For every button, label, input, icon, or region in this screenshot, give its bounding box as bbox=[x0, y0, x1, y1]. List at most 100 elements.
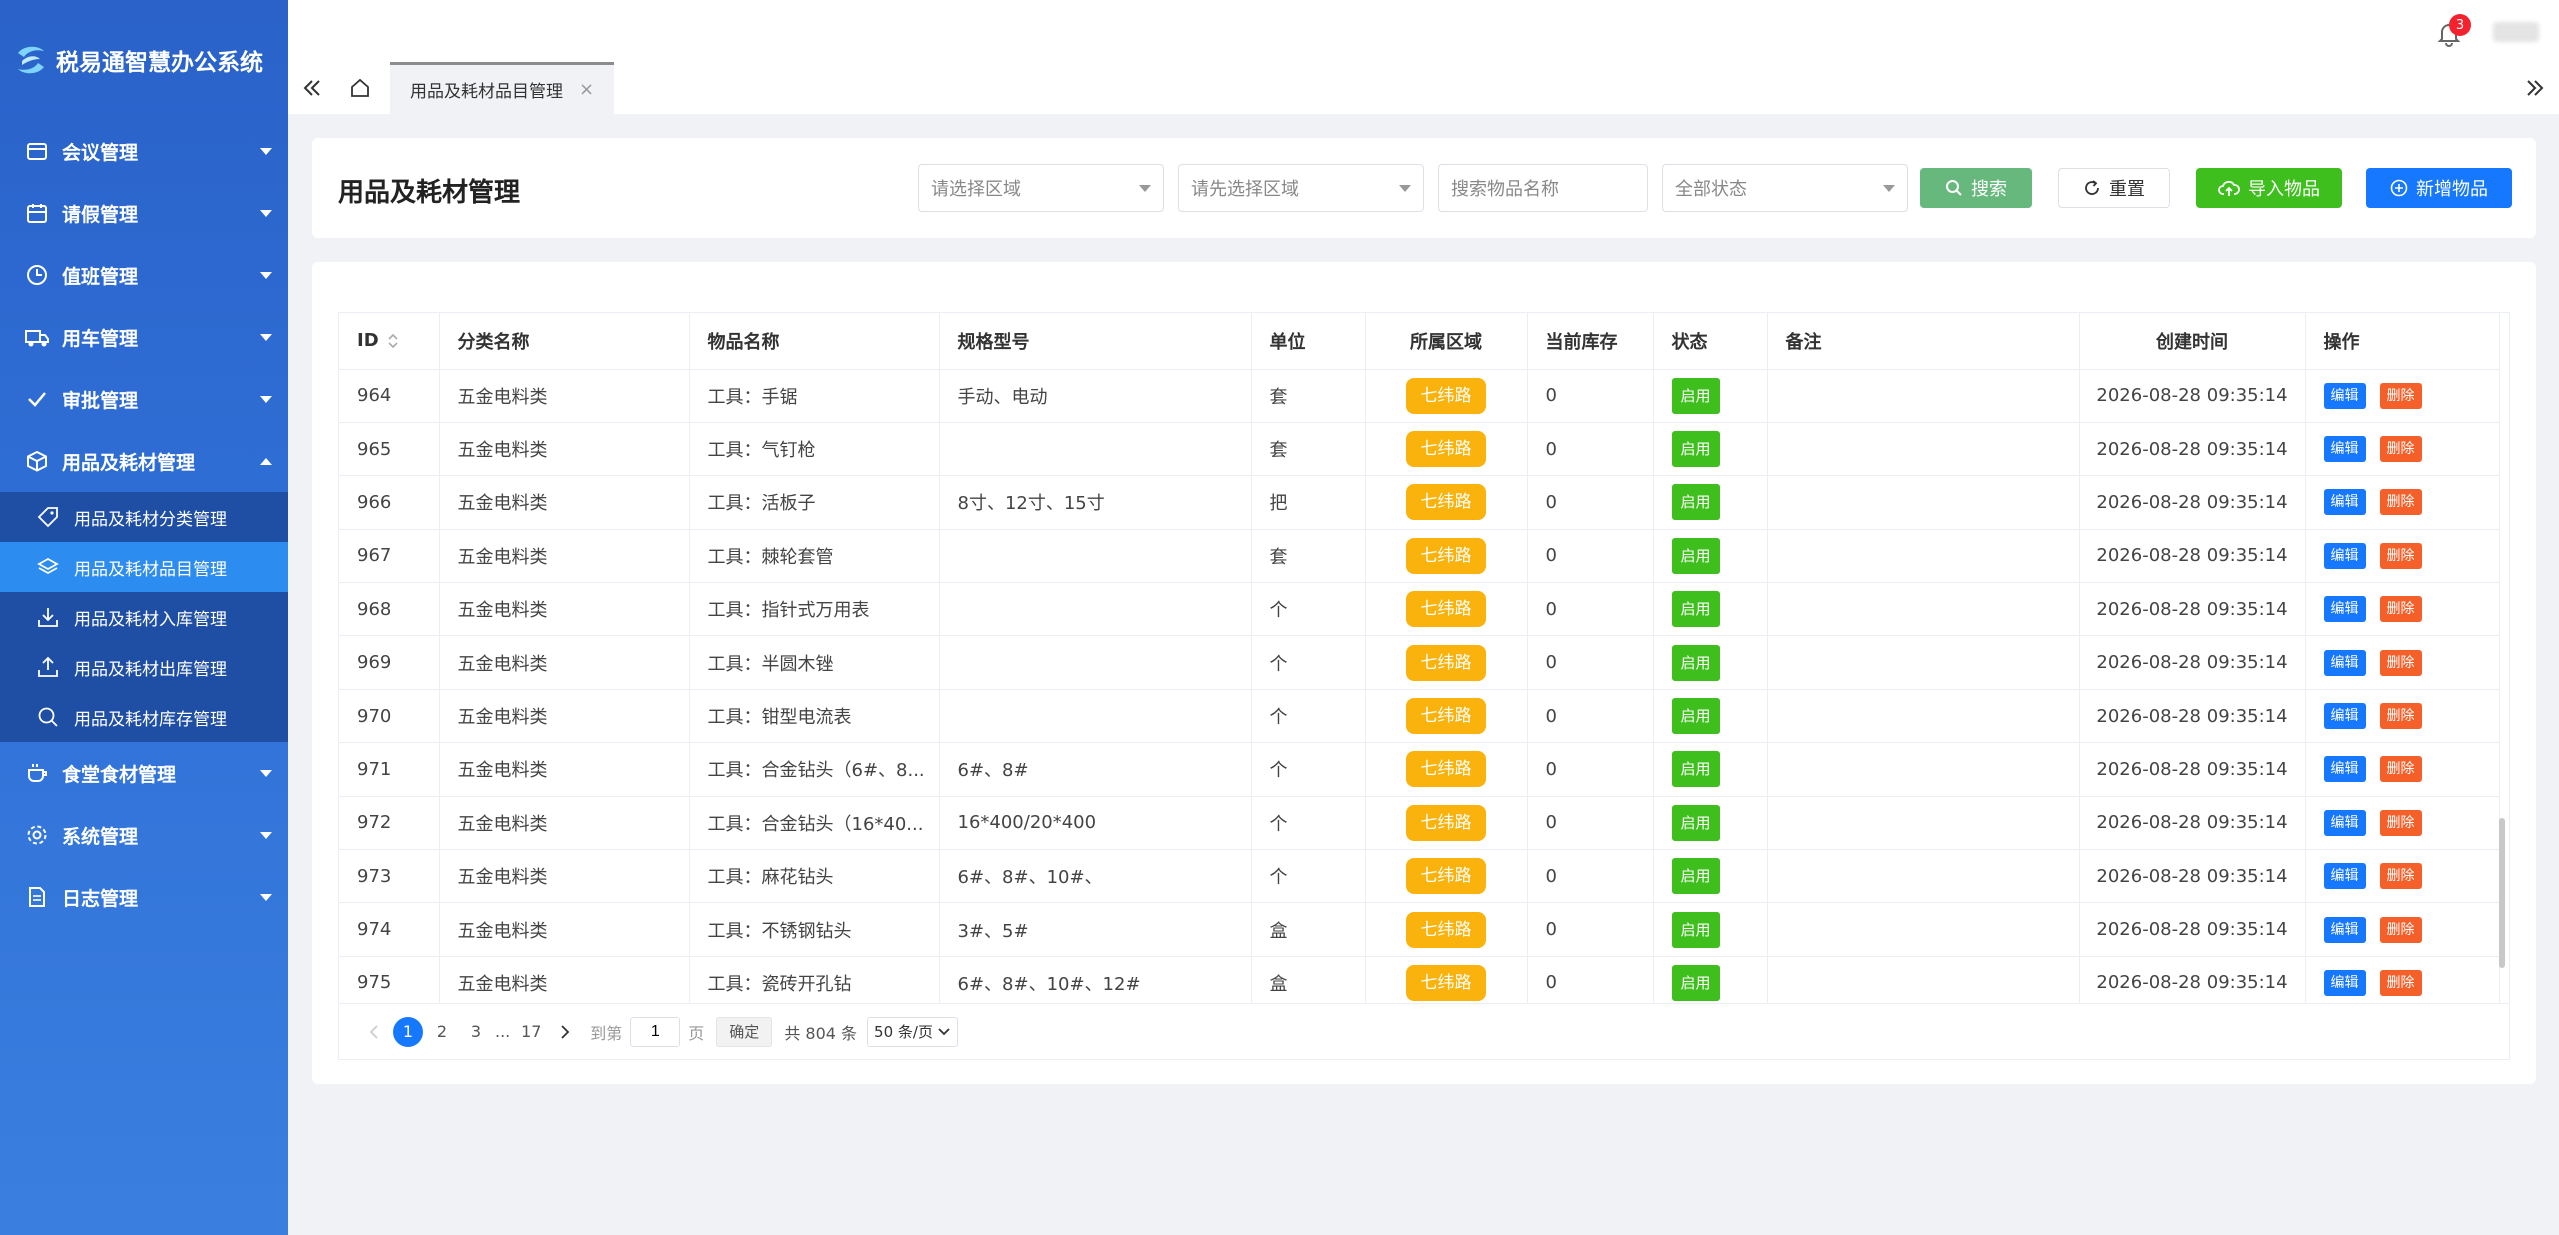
table-row[interactable]: 974 五金电料类 工具：不锈钢钻头 3#、5# 盒 七纬路 0 启用 2026-08-28 0… bbox=[339, 902, 2500, 957]
table-row[interactable]: 967 五金电料类 工具：棘轮套管 套 七纬路 0 启用 2026-08-28 09:35:1… bbox=[339, 529, 2500, 584]
user-avatar[interactable] bbox=[2493, 22, 2539, 42]
status-select[interactable]: 全部状态 bbox=[1662, 164, 1908, 212]
table-scrollbar[interactable] bbox=[2499, 818, 2505, 968]
cell-name: 工具：气钉枪 bbox=[689, 422, 940, 477]
delete-button[interactable]: 删除 bbox=[2379, 596, 2422, 623]
plus-circle-icon bbox=[2390, 179, 2408, 197]
subitem-outbound[interactable]: 用品及耗材出库管理 bbox=[0, 642, 288, 692]
delete-button[interactable]: 删除 bbox=[2379, 863, 2422, 890]
delete-button[interactable]: 删除 bbox=[2379, 969, 2422, 996]
sidebar-item-duty[interactable]: 值班管理 bbox=[0, 244, 288, 306]
chevron-down-icon bbox=[1399, 185, 1411, 192]
cell-status: 启用 bbox=[1653, 369, 1768, 423]
cell-created: 2026-08-28 09:35:14 bbox=[2079, 369, 2306, 423]
total-count: 共 804 条 bbox=[784, 1023, 858, 1043]
chevron-up-icon bbox=[260, 457, 272, 465]
sidebar-item-canteen[interactable]: 食堂食材管理 bbox=[0, 742, 288, 804]
edit-button[interactable]: 编辑 bbox=[2323, 649, 2366, 676]
prev-page-button[interactable] bbox=[359, 1017, 389, 1047]
column-header-name: 物品名称 bbox=[689, 313, 940, 370]
delete-button[interactable]: 删除 bbox=[2379, 382, 2422, 409]
cell-stock: 0 bbox=[1527, 369, 1654, 423]
cell-id: 964 bbox=[339, 369, 440, 423]
subitem-catalog[interactable]: 用品及耗材品目管理 bbox=[0, 542, 288, 592]
next-page-button[interactable] bbox=[550, 1017, 580, 1047]
cell-unit: 把 bbox=[1251, 475, 1366, 530]
page-button-2[interactable]: 2 bbox=[427, 1017, 457, 1047]
edit-button[interactable]: 编辑 bbox=[2323, 596, 2366, 623]
page-button-last[interactable]: 17 bbox=[516, 1017, 546, 1047]
close-icon[interactable]: × bbox=[579, 79, 594, 100]
cell-unit: 个 bbox=[1251, 635, 1366, 690]
column-header-label: ID bbox=[357, 330, 379, 352]
cell-status: 启用 bbox=[1653, 582, 1768, 637]
sidebar-item-supplies[interactable]: 用品及耗材管理 bbox=[0, 430, 288, 492]
edit-button[interactable]: 编辑 bbox=[2323, 703, 2366, 730]
table-row[interactable]: 969 五金电料类 工具：半圆木锉 个 七纬路 0 启用 2026-08-28 09:35:1… bbox=[339, 635, 2500, 690]
table-row[interactable]: 968 五金电料类 工具：指针式万用表 个 七纬路 0 启用 2026-08-28 09:35… bbox=[339, 582, 2500, 637]
table-row[interactable]: 970 五金电料类 工具：钳型电流表 个 七纬路 0 启用 2026-08-28 09:35:… bbox=[339, 689, 2500, 744]
sort-icon[interactable] bbox=[387, 332, 399, 350]
cell-name: 工具：不锈钢钻头 bbox=[689, 902, 940, 957]
delete-button[interactable]: 删除 bbox=[2379, 436, 2422, 463]
edit-button[interactable]: 编辑 bbox=[2323, 809, 2366, 836]
edit-button[interactable]: 编辑 bbox=[2323, 489, 2366, 516]
collapse-right-button[interactable] bbox=[2511, 62, 2559, 114]
edit-button[interactable]: 编辑 bbox=[2323, 542, 2366, 569]
cell-actions: 编辑 删除 bbox=[2305, 582, 2500, 637]
subitem-inventory[interactable]: 用品及耗材库存管理 bbox=[0, 692, 288, 742]
sidebar-item-meeting[interactable]: 会议管理 bbox=[0, 120, 288, 182]
delete-button[interactable]: 删除 bbox=[2379, 489, 2422, 516]
edit-button[interactable]: 编辑 bbox=[2323, 436, 2366, 463]
subitem-category[interactable]: 用品及耗材分类管理 bbox=[0, 492, 288, 542]
import-button[interactable]: 导入物品 bbox=[2196, 168, 2342, 208]
sidebar-item-system[interactable]: 系统管理 bbox=[0, 804, 288, 866]
delete-button[interactable]: 删除 bbox=[2379, 649, 2422, 676]
goto-confirm-button[interactable]: 确定 bbox=[716, 1016, 773, 1047]
cell-actions: 编辑 删除 bbox=[2305, 796, 2500, 851]
cell-unit: 个 bbox=[1251, 796, 1366, 851]
table-row[interactable]: 971 五金电料类 工具：合金钻头（6#、8... 6#、8# 个 七纬路 0 启用 2026-… bbox=[339, 742, 2500, 797]
page-button-3[interactable]: 3 bbox=[461, 1017, 491, 1047]
sidebar-item-approval[interactable]: 审批管理 bbox=[0, 368, 288, 430]
sidebar-item-leave[interactable]: 请假管理 bbox=[0, 182, 288, 244]
table-row[interactable]: 966 五金电料类 工具：活板子 8寸、12寸、15寸把 七纬路 0 启用 2026-08-2… bbox=[339, 475, 2500, 530]
edit-button[interactable]: 编辑 bbox=[2323, 382, 2366, 409]
table-row[interactable]: 973 五金电料类 工具：麻花钻头 6#、8#、10#、个 七纬路 0 启用 2026-08-… bbox=[339, 849, 2500, 904]
page-size-select[interactable]: 50 条/页 bbox=[867, 1016, 958, 1047]
search-button[interactable]: 搜索 bbox=[1920, 168, 2032, 208]
table-row[interactable]: 965 五金电料类 工具：气钉枪 套 七纬路 0 启用 2026-08-28 09:35:14… bbox=[339, 422, 2500, 477]
tab-catalog[interactable]: 用品及耗材品目管理 × bbox=[390, 62, 615, 114]
reset-button[interactable]: 重置 bbox=[2058, 168, 2170, 208]
delete-button[interactable]: 删除 bbox=[2379, 542, 2422, 569]
edit-button[interactable]: 编辑 bbox=[2323, 916, 2366, 943]
delete-button[interactable]: 删除 bbox=[2379, 703, 2422, 730]
goto-page-input[interactable] bbox=[630, 1016, 681, 1047]
items-table: ID 分类名称 物品名称 规格型号 单位 所属区域 当前库存 状态 备注 创建时… bbox=[339, 313, 2500, 1011]
reset-button-label: 重置 bbox=[2109, 179, 2145, 200]
table-row[interactable]: 964 五金电料类 工具：手锯 手动、电动套 七纬路 0 启用 2026-08-28 09:3… bbox=[339, 369, 2500, 423]
edit-button[interactable]: 编辑 bbox=[2323, 756, 2366, 783]
column-header-id[interactable]: ID bbox=[339, 313, 440, 370]
add-item-button[interactable]: 新增物品 bbox=[2366, 168, 2512, 208]
sidebar-item-log[interactable]: 日志管理 bbox=[0, 866, 288, 928]
edit-button[interactable]: 编辑 bbox=[2323, 969, 2366, 996]
delete-button[interactable]: 删除 bbox=[2379, 809, 2422, 836]
search-input[interactable]: 搜索物品名称 bbox=[1438, 164, 1648, 212]
double-chevron-right-icon bbox=[2527, 80, 2544, 96]
cell-created: 2026-08-28 09:35:14 bbox=[2079, 956, 2306, 1011]
subregion-select[interactable]: 请先选择区域 bbox=[1178, 164, 1424, 212]
delete-button[interactable]: 删除 bbox=[2379, 916, 2422, 943]
table-row[interactable]: 975 五金电料类 工具：瓷砖开孔钻 6#、8#、10#、12# 盒 七纬路 0 启用 2026… bbox=[339, 956, 2500, 1011]
page-button-1[interactable]: 1 bbox=[393, 1016, 423, 1047]
region-select[interactable]: 请选择区域 bbox=[918, 164, 1164, 212]
home-button[interactable] bbox=[336, 62, 384, 114]
cell-name: 工具：手锯 bbox=[689, 369, 940, 423]
collapse-left-button[interactable] bbox=[288, 62, 336, 114]
table-row[interactable]: 972 五金电料类 工具：合金钻头（16*40... 16*400/20*400 个 七纬… bbox=[339, 796, 2500, 851]
delete-button[interactable]: 删除 bbox=[2379, 756, 2422, 783]
edit-button[interactable]: 编辑 bbox=[2323, 863, 2366, 890]
cell-stock: 0 bbox=[1527, 902, 1654, 957]
sidebar-item-vehicle[interactable]: 用车管理 bbox=[0, 306, 288, 368]
subitem-inbound[interactable]: 用品及耗材入库管理 bbox=[0, 592, 288, 642]
